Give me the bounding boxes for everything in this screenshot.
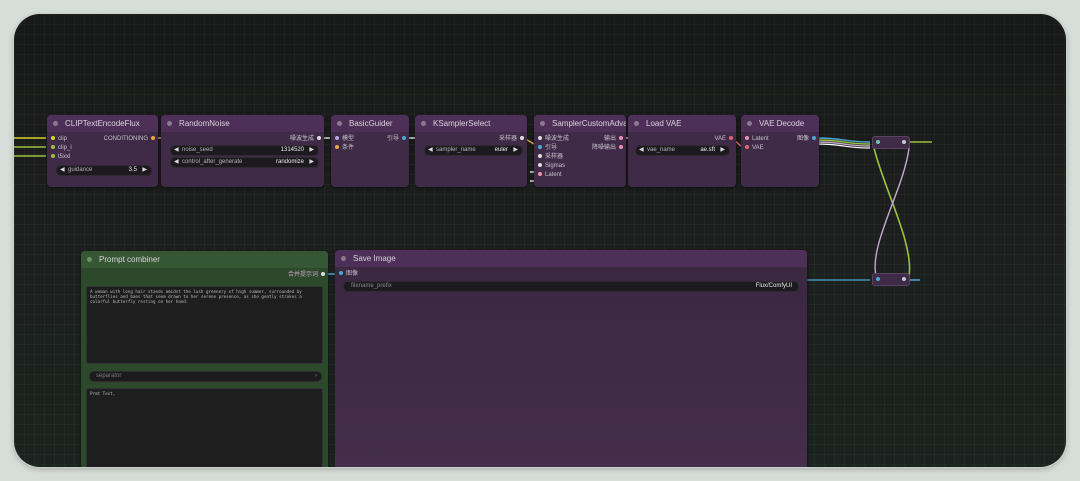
collapse-dot-icon[interactable] xyxy=(87,257,92,262)
collapse-dot-icon[interactable] xyxy=(421,121,426,126)
input-clip[interactable]: clip xyxy=(51,135,67,143)
vae-name-widget[interactable]: ◀ vae_name ae.sft ▶ xyxy=(635,145,730,156)
node-title[interactable]: VAE Decode xyxy=(741,115,819,132)
input-sigmas[interactable]: Sigmas xyxy=(538,162,565,170)
collapse-dot-icon[interactable] xyxy=(634,121,639,126)
node-load-vae[interactable]: Load VAE VAE ◀ vae_name ae.sft ▶ xyxy=(628,115,736,187)
node-title[interactable]: SamplerCustomAdvanc xyxy=(534,115,626,132)
collapse-dot-icon[interactable] xyxy=(167,121,172,126)
input-guider[interactable]: 引导 xyxy=(538,144,557,152)
node-save-image[interactable]: Save Image 图像 filename_prefix Flux/Comfy… xyxy=(335,250,807,467)
prompt-text-area-2[interactable]: Prmt Text, xyxy=(86,388,323,467)
filename-prefix-widget[interactable]: filename_prefix Flux/ComfyUI xyxy=(343,281,799,292)
increment-arrow-icon[interactable]: ▶ xyxy=(513,146,518,155)
increment-arrow-icon[interactable]: ▶ xyxy=(309,146,314,155)
output-conditioning[interactable]: CONDITIONING xyxy=(104,135,155,143)
noise-seed-widget[interactable]: ◀ noise_seed 1314520 ▶ xyxy=(170,145,319,156)
output-combined-prompt[interactable]: 合并提示词 xyxy=(288,271,325,279)
node-title[interactable]: Load VAE xyxy=(628,115,736,132)
edit-arrow-icon[interactable]: › xyxy=(315,372,317,381)
reroute-node-top[interactable] xyxy=(872,136,910,149)
input-noise[interactable]: 噪波生成 xyxy=(538,135,569,143)
input-vae[interactable]: VAE xyxy=(745,144,764,152)
sampler-name-widget[interactable]: ◀ sampler_name euler ▶ xyxy=(424,145,523,156)
input-t5xxl[interactable]: t5xxl xyxy=(51,153,70,161)
increment-arrow-icon[interactable]: ▶ xyxy=(309,158,314,167)
control-after-generate-widget[interactable]: ◀ control_after_generate randomize ▶ xyxy=(170,157,319,168)
node-prompt-combiner[interactable]: Prompt combiner 合并提示词 A woman with long … xyxy=(81,251,328,467)
node-random-noise[interactable]: RandomNoise 噪波生成 ◀ noise_seed 1314520 ▶ … xyxy=(161,115,324,187)
output-denoised[interactable]: 降噪输出 xyxy=(592,144,623,152)
node-title[interactable]: Save Image xyxy=(335,250,807,267)
guidance-widget[interactable]: ◀ guidance 3.5 ▶ xyxy=(56,165,152,176)
output-vae[interactable]: VAE xyxy=(714,135,733,143)
node-clip-text-encode-flux[interactable]: CLIPTextEncodeFlux clip clip_l t5xxl CON… xyxy=(47,115,158,187)
node-sampler-custom-advanced[interactable]: SamplerCustomAdvanc 噪波生成 引导 采样器 Sigmas L… xyxy=(534,115,626,187)
node-ksampler-select[interactable]: KSamplerSelect 采样器 ◀ sampler_name euler … xyxy=(415,115,527,187)
output-image[interactable]: 图像 xyxy=(797,135,816,143)
input-latent[interactable]: Latent xyxy=(538,171,562,179)
wire-cross-green xyxy=(873,147,911,277)
input-images[interactable]: 图像 xyxy=(339,270,358,278)
decrement-arrow-icon[interactable]: ◀ xyxy=(639,146,644,155)
input-clip-l[interactable]: clip_l xyxy=(51,144,72,152)
collapse-dot-icon[interactable] xyxy=(53,121,58,126)
node-title[interactable]: CLIPTextEncodeFlux xyxy=(47,115,158,132)
input-conditioning[interactable]: 条件 xyxy=(335,144,354,152)
node-title[interactable]: RandomNoise xyxy=(161,115,324,132)
separator-input[interactable]: separator › xyxy=(89,371,322,382)
collapse-dot-icon[interactable] xyxy=(540,121,545,126)
collapse-dot-icon[interactable] xyxy=(341,256,346,261)
output-output[interactable]: 输出 xyxy=(604,135,623,143)
decrement-arrow-icon[interactable]: ◀ xyxy=(60,166,65,175)
node-title[interactable]: BasicGuider xyxy=(331,115,409,132)
node-vae-decode[interactable]: VAE Decode Latent VAE 图像 xyxy=(741,115,819,187)
input-model[interactable]: 模型 xyxy=(335,135,354,143)
comfyui-canvas[interactable]: CLIPTextEncodeFlux clip clip_l t5xxl CON… xyxy=(14,14,1066,467)
reroute-node-bottom[interactable] xyxy=(872,273,910,286)
increment-arrow-icon[interactable]: ▶ xyxy=(142,166,147,175)
output-guider[interactable]: 引导 xyxy=(387,135,406,143)
increment-arrow-icon[interactable]: ▶ xyxy=(720,146,725,155)
collapse-dot-icon[interactable] xyxy=(337,121,342,126)
decrement-arrow-icon[interactable]: ◀ xyxy=(174,146,179,155)
node-basic-guider[interactable]: BasicGuider 模型 条件 引导 xyxy=(331,115,409,187)
decrement-arrow-icon[interactable]: ◀ xyxy=(174,158,179,167)
input-latent[interactable]: Latent xyxy=(745,135,769,143)
output-noise[interactable]: 噪波生成 xyxy=(290,135,321,143)
node-title[interactable]: KSamplerSelect xyxy=(415,115,527,132)
node-title[interactable]: Prompt combiner xyxy=(81,251,328,268)
prompt-text-area[interactable]: A woman with long hair stands amidst the… xyxy=(86,286,323,364)
input-sampler[interactable]: 采样器 xyxy=(538,153,563,161)
decrement-arrow-icon[interactable]: ◀ xyxy=(428,146,433,155)
collapse-dot-icon[interactable] xyxy=(747,121,752,126)
output-sampler[interactable]: 采样器 xyxy=(499,135,524,143)
